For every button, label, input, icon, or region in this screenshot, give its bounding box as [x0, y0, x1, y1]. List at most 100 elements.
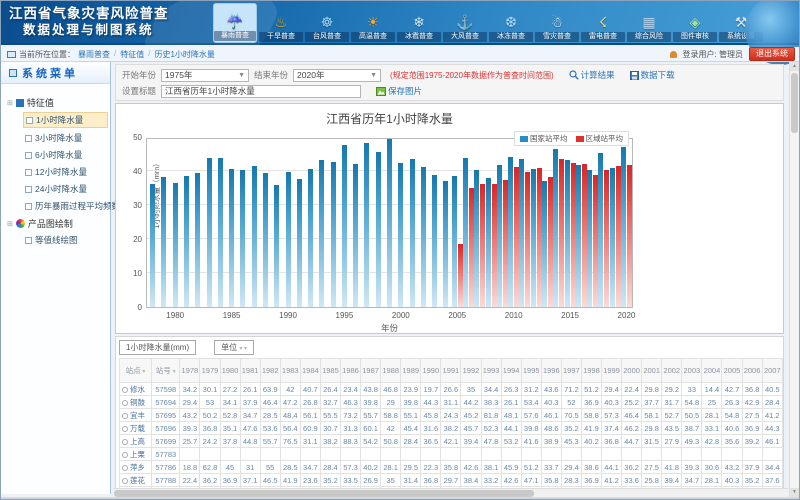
year-column-header[interactable]: 2001 [642, 359, 662, 383]
bar-national-2015[interactable] [565, 160, 570, 307]
year-column-header[interactable]: 1980 [220, 359, 240, 383]
bar-national-1980[interactable] [173, 183, 178, 307]
year-column-header[interactable]: 1989 [401, 359, 421, 383]
station-cell[interactable]: 万载 [120, 422, 152, 435]
year-column-header[interactable]: 2007 [762, 359, 782, 383]
year-column-header[interactable]: 2002 [662, 359, 682, 383]
sidebar-group-0[interactable]: ⊞特征值 [7, 96, 108, 109]
radio-icon[interactable] [122, 439, 128, 445]
bar-national-2018[interactable] [598, 153, 603, 307]
bar-national-2002[interactable] [421, 167, 426, 307]
nav-item-drought[interactable]: ♨干旱普查 [259, 3, 303, 43]
bar-national-2014[interactable] [553, 149, 558, 307]
sidebar-item[interactable]: 3小时降水量 [23, 131, 108, 145]
bar-national-1994[interactable] [331, 162, 336, 307]
bar-national-1989[interactable] [274, 185, 279, 307]
station-cell[interactable]: 萍乡 [120, 461, 152, 474]
sidebar-item[interactable]: 等值线绘图 [23, 233, 108, 247]
vertical-scrollbar[interactable]: ▲ ▼ [789, 62, 798, 497]
bar-national-1992[interactable] [308, 169, 313, 307]
bar-national-1978[interactable] [150, 184, 155, 307]
bar-national-2017[interactable] [587, 170, 592, 307]
radio-icon[interactable] [122, 426, 128, 432]
download-button[interactable]: 数据下载 [630, 69, 675, 81]
bar-national-2020[interactable] [621, 147, 626, 307]
year-column-header[interactable]: 1998 [581, 359, 601, 383]
year-column-header[interactable]: 1979 [200, 359, 220, 383]
scroll-down-icon[interactable]: ▼ [790, 488, 799, 497]
unit-button[interactable]: 1小时降水量(mm) [119, 340, 196, 355]
bar-national-2006[interactable] [463, 158, 468, 307]
nav-item-review[interactable]: ◈图件审核 [673, 3, 717, 43]
bar-national-1991[interactable] [297, 179, 302, 307]
expander-icon[interactable]: ⊞ [7, 99, 13, 107]
nav-item-heat[interactable]: ☀高温普查 [351, 3, 395, 43]
year-column-header[interactable]: 2005 [722, 359, 742, 383]
station-cell[interactable]: 上栗 [120, 448, 152, 461]
save-image-button[interactable]: 保存图片 [376, 85, 422, 97]
start-year-select[interactable]: 1975年 ▼ [161, 69, 249, 82]
horizontal-scrollbar-thumb[interactable] [114, 490, 534, 497]
bar-national-2000[interactable] [398, 163, 403, 307]
bar-national-1979[interactable] [161, 177, 166, 307]
bar-national-1987[interactable] [252, 166, 257, 307]
bar-national-1988[interactable] [263, 173, 268, 307]
radio-icon[interactable] [122, 465, 128, 471]
vertical-scrollbar-thumb[interactable] [791, 73, 798, 133]
bar-national-2010[interactable] [508, 157, 513, 307]
bar-national-1993[interactable] [319, 160, 324, 307]
bar-national-1999[interactable] [387, 139, 392, 307]
calculate-button[interactable]: 计算结果 [569, 69, 615, 81]
year-column-header[interactable]: 2003 [682, 359, 702, 383]
breadcrumb-item[interactable]: 特征值 [120, 49, 144, 60]
year-column-header[interactable]: 1995 [521, 359, 541, 383]
bar-national-1985[interactable] [229, 169, 234, 307]
sidebar-item[interactable]: 12小时降水量 [23, 165, 108, 179]
station-cell[interactable]: 莲花 [120, 474, 152, 487]
radio-icon[interactable] [122, 387, 128, 393]
horizontal-scrollbar[interactable] [113, 488, 788, 497]
year-column-header[interactable]: 1993 [481, 359, 501, 383]
chart-title-input[interactable] [161, 85, 361, 98]
bar-national-2019[interactable] [610, 168, 615, 307]
unit-dropdown[interactable]: 单位 ▾ ▾ [214, 340, 254, 355]
year-column-header[interactable]: 1983 [280, 359, 300, 383]
bar-national-2005[interactable] [452, 176, 457, 307]
sort-icon[interactable]: ▾ [171, 369, 176, 375]
year-column-header[interactable]: 1990 [421, 359, 441, 383]
sort-icon[interactable]: ▾ [141, 369, 146, 375]
logout-button[interactable]: 退出系统 [749, 47, 795, 61]
year-column-header[interactable]: 1978 [180, 359, 200, 383]
nav-item-wind[interactable]: ⚓大风普查 [443, 3, 487, 43]
year-column-header[interactable]: 1991 [441, 359, 461, 383]
bar-national-1981[interactable] [184, 176, 189, 307]
year-column-header[interactable]: 1997 [561, 359, 581, 383]
station-id-column-header[interactable]: 站号 ▾ [152, 359, 180, 383]
nav-item-rain[interactable]: ☔暴雨普查 [213, 3, 257, 43]
station-cell[interactable]: 宜丰 [120, 409, 152, 422]
expander-icon[interactable]: ⊞ [7, 220, 13, 228]
nav-item-snow[interactable]: ☃雪灾普查 [535, 3, 579, 43]
station-cell[interactable]: 上高 [120, 435, 152, 448]
year-column-header[interactable]: 1988 [381, 359, 401, 383]
station-column-header[interactable]: 站点 ▾ [120, 359, 152, 383]
year-column-header[interactable]: 1999 [601, 359, 621, 383]
sidebar-group-1[interactable]: ⊞产品图绘制 [7, 217, 108, 230]
bar-national-1996[interactable] [353, 164, 358, 307]
radio-icon[interactable] [122, 478, 128, 484]
bar-national-2004[interactable] [443, 181, 448, 307]
bar-national-2007[interactable] [474, 170, 479, 307]
sidebar-item[interactable]: 6小时降水量 [23, 148, 108, 162]
year-column-header[interactable]: 1986 [340, 359, 360, 383]
nav-item-hail[interactable]: ❄冰雹普查 [397, 3, 441, 43]
bar-national-2001[interactable] [410, 159, 415, 307]
year-column-header[interactable]: 1985 [320, 359, 340, 383]
bar-national-2013[interactable] [542, 181, 547, 307]
sidebar-item[interactable]: 历年暴雨过程平均频数 [23, 199, 108, 213]
station-cell[interactable]: 修水 [120, 383, 152, 396]
scroll-up-icon[interactable]: ▲ [790, 62, 799, 71]
year-column-header[interactable]: 2006 [742, 359, 762, 383]
year-column-header[interactable]: 1987 [361, 359, 381, 383]
year-column-header[interactable]: 2000 [622, 359, 642, 383]
radio-icon[interactable] [122, 413, 128, 419]
